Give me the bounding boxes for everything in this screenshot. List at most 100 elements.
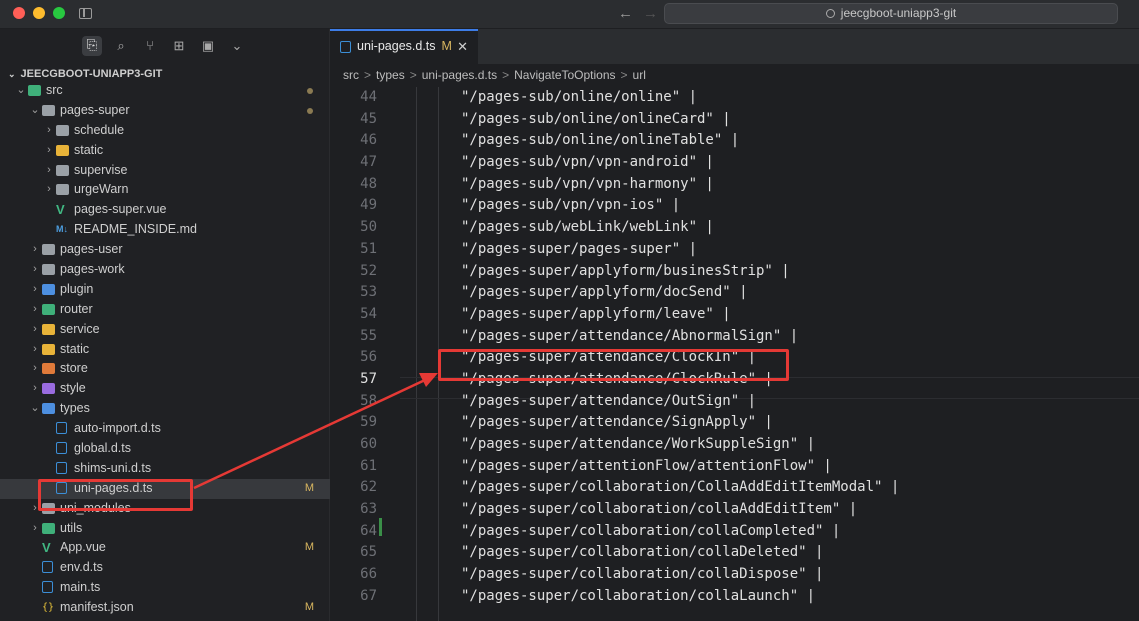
tree-item-label: service — [60, 321, 100, 336]
line-number: 47 — [360, 154, 377, 171]
code-line[interactable]: 50 "/pages-sub/webLink/webLink" | — [330, 217, 1139, 239]
vue-file-icon: V — [42, 540, 51, 556]
code-line[interactable]: 48 "/pages-sub/vpn/vpn-harmony" | — [330, 174, 1139, 196]
line-number: 53 — [360, 284, 377, 301]
tree-item[interactable]: ⌄ src — [0, 81, 330, 101]
tree-item-label: supervise — [74, 162, 128, 177]
code-line[interactable]: 62 "/pages-super/collaboration/CollaAddEd… — [330, 477, 1139, 499]
tree-item[interactable]: › style — [0, 379, 330, 399]
code-line[interactable]: 64 "/pages-super/collaboration/collaCompl… — [330, 521, 1139, 543]
command-center-search[interactable]: jeecgboot-uniapp3-git — [664, 3, 1118, 24]
editor-area: uni-pages.d.ts M ✕ src > types > uni-pages.d.… — [330, 29, 1139, 621]
forward-arrow-icon[interactable]: → — [643, 5, 658, 22]
code-line[interactable]: 51 "/pages-super/pages-super" | — [330, 239, 1139, 261]
code-line[interactable]: 55 "/pages-super/attendance/AbnormalSign"… — [330, 326, 1139, 348]
breadcrumb-item[interactable]: src — [343, 68, 359, 82]
minimize-window-button[interactable] — [33, 7, 45, 19]
close-icon[interactable]: ✕ — [457, 31, 468, 62]
tree-item-label: utils — [60, 520, 83, 535]
code-text: "/pages-sub/vpn/vpn-ios" | — [461, 197, 681, 214]
breadcrumb-item[interactable]: types — [376, 68, 405, 82]
code-line[interactable]: 45 "/pages-sub/online/onlineCard" | — [330, 109, 1139, 131]
tree-item[interactable]: Vpages-super.vue — [0, 200, 330, 220]
chevron-down-icon[interactable]: ⌄ — [228, 37, 246, 55]
code-line[interactable]: 63 "/pages-super/collaboration/collaAddEd… — [330, 499, 1139, 521]
tree-item[interactable]: › urgeWarn — [0, 180, 330, 200]
tree-item[interactable]: {} manifest.json M — [0, 598, 330, 618]
line-number: 63 — [360, 501, 377, 518]
tree-item[interactable]: › service — [0, 320, 330, 340]
search-icon[interactable]: ⌕ — [112, 37, 130, 55]
explorer-files-icon[interactable]: ⎘ — [82, 36, 102, 56]
tree-item[interactable]: › store — [0, 359, 330, 379]
tree-item[interactable]: auto-import.d.ts — [0, 419, 330, 439]
tree-item-label: pages-user — [60, 242, 123, 257]
tree-item[interactable]: › pages-user — [0, 240, 330, 260]
tree-item-label: static — [60, 341, 90, 356]
tree-item[interactable]: env.d.ts — [0, 558, 330, 578]
tree-item[interactable]: › supervise — [0, 161, 330, 181]
workspace-title: JEECGBOOT-UNIAPP3-GIT — [20, 68, 163, 80]
code-line[interactable]: 65 "/pages-super/collaboration/collaDelet… — [330, 542, 1139, 564]
back-arrow-icon[interactable]: ← — [618, 5, 633, 22]
code-text: "/pages-super/collaboration/collaComplet… — [461, 522, 841, 539]
chevron-right-icon: › — [33, 263, 37, 276]
folder-icon — [56, 124, 69, 136]
code-text: "/pages-super/collaboration/collaDispose… — [461, 566, 824, 583]
tree-item[interactable]: V App.vue M — [0, 538, 330, 558]
tree-item[interactable]: shims-uni.d.ts — [0, 459, 330, 479]
breadcrumb-item[interactable]: NavigateToOptions — [514, 68, 615, 82]
folder-icon — [42, 383, 55, 395]
code-text: "/pages-super/attendance/OutSign" | — [461, 392, 757, 409]
code-line[interactable]: 44 "/pages-sub/online/online" | — [330, 87, 1139, 109]
code-line[interactable]: 61 "/pages-super/attentionFlow/attentionF… — [330, 456, 1139, 478]
chevron-right-icon: › — [47, 163, 51, 176]
code-line[interactable]: 46 "/pages-sub/online/onlineTable" | — [330, 130, 1139, 152]
breadcrumb-item[interactable]: uni-pages.d.ts — [422, 68, 497, 82]
code-line[interactable]: 47 "/pages-sub/vpn/vpn-android" | — [330, 152, 1139, 174]
tree-item[interactable]: M↓ README_INSIDE.md — [0, 220, 330, 240]
tree-item[interactable]: › static — [0, 141, 330, 161]
code-line[interactable]: 54 "/pages-super/applyform/leave" | — [330, 304, 1139, 326]
code-line[interactable]: 67 "/pages-super/collaboration/collaLaunc… — [330, 586, 1139, 608]
remote-explorer-icon[interactable]: ▣ — [199, 37, 217, 55]
breadcrumb-separator: > — [409, 68, 417, 82]
code-line[interactable]: 58 "/pages-super/attendance/OutSign" | — [330, 391, 1139, 413]
code-text: "/pages-super/attendance/SignApply" | — [461, 414, 773, 431]
tree-item[interactable]: › static — [0, 340, 330, 360]
chevron-right-icon: › — [47, 123, 51, 136]
code-text: "/pages-super/applyform/docSend" | — [461, 284, 748, 301]
close-window-button[interactable] — [13, 7, 25, 19]
code-line[interactable]: 66 "/pages-super/collaboration/collaDispo… — [330, 564, 1139, 586]
code-line[interactable]: 49 "/pages-sub/vpn/vpn-ios" | — [330, 195, 1139, 217]
code-line[interactable]: 60 "/pages-super/attendance/WorkSuppleSig… — [330, 434, 1139, 456]
source-control-icon[interactable]: ⑂ — [141, 37, 159, 55]
extensions-icon[interactable]: ⊞ — [170, 37, 188, 55]
tree-item[interactable]: ⌄ types — [0, 399, 330, 419]
toggle-sidebar-icon[interactable] — [79, 8, 92, 19]
tree-item[interactable]: › router — [0, 300, 330, 320]
tree-item[interactable]: › plugin — [0, 280, 330, 300]
code-text: "/pages-super/attendance/WorkSuppleSign"… — [461, 436, 816, 452]
tree-item[interactable]: global.d.ts — [0, 439, 330, 459]
code-line[interactable]: 52 "/pages-super/applyform/businesStrip" … — [330, 261, 1139, 283]
tree-item[interactable]: › schedule — [0, 121, 330, 141]
code-line[interactable]: 53 "/pages-super/applyform/docSend" | — [330, 282, 1139, 304]
tree-item-label: schedule — [74, 122, 125, 137]
tree-item[interactable]: main.ts — [0, 578, 330, 598]
tree-item[interactable]: › pages-work — [0, 260, 330, 280]
folder-icon — [42, 244, 55, 256]
typescript-file-icon — [56, 442, 67, 455]
line-number: 50 — [360, 219, 377, 236]
tab-uni-pages[interactable]: uni-pages.d.ts M ✕ — [330, 29, 478, 64]
chevron-down-icon: ⌄ — [30, 103, 40, 116]
tree-item[interactable]: ⌄ pages-super — [0, 101, 330, 121]
tree-item[interactable]: › utils — [0, 519, 330, 539]
chevron-right-icon: › — [47, 183, 51, 196]
typescript-file-icon — [42, 561, 53, 574]
breadcrumb-item[interactable]: url — [633, 68, 646, 82]
zoom-window-button[interactable] — [53, 7, 65, 19]
line-number: 55 — [360, 327, 377, 344]
code-line[interactable]: 59 "/pages-super/attendance/SignApply" | — [330, 412, 1139, 434]
chevron-right-icon: › — [33, 342, 37, 355]
